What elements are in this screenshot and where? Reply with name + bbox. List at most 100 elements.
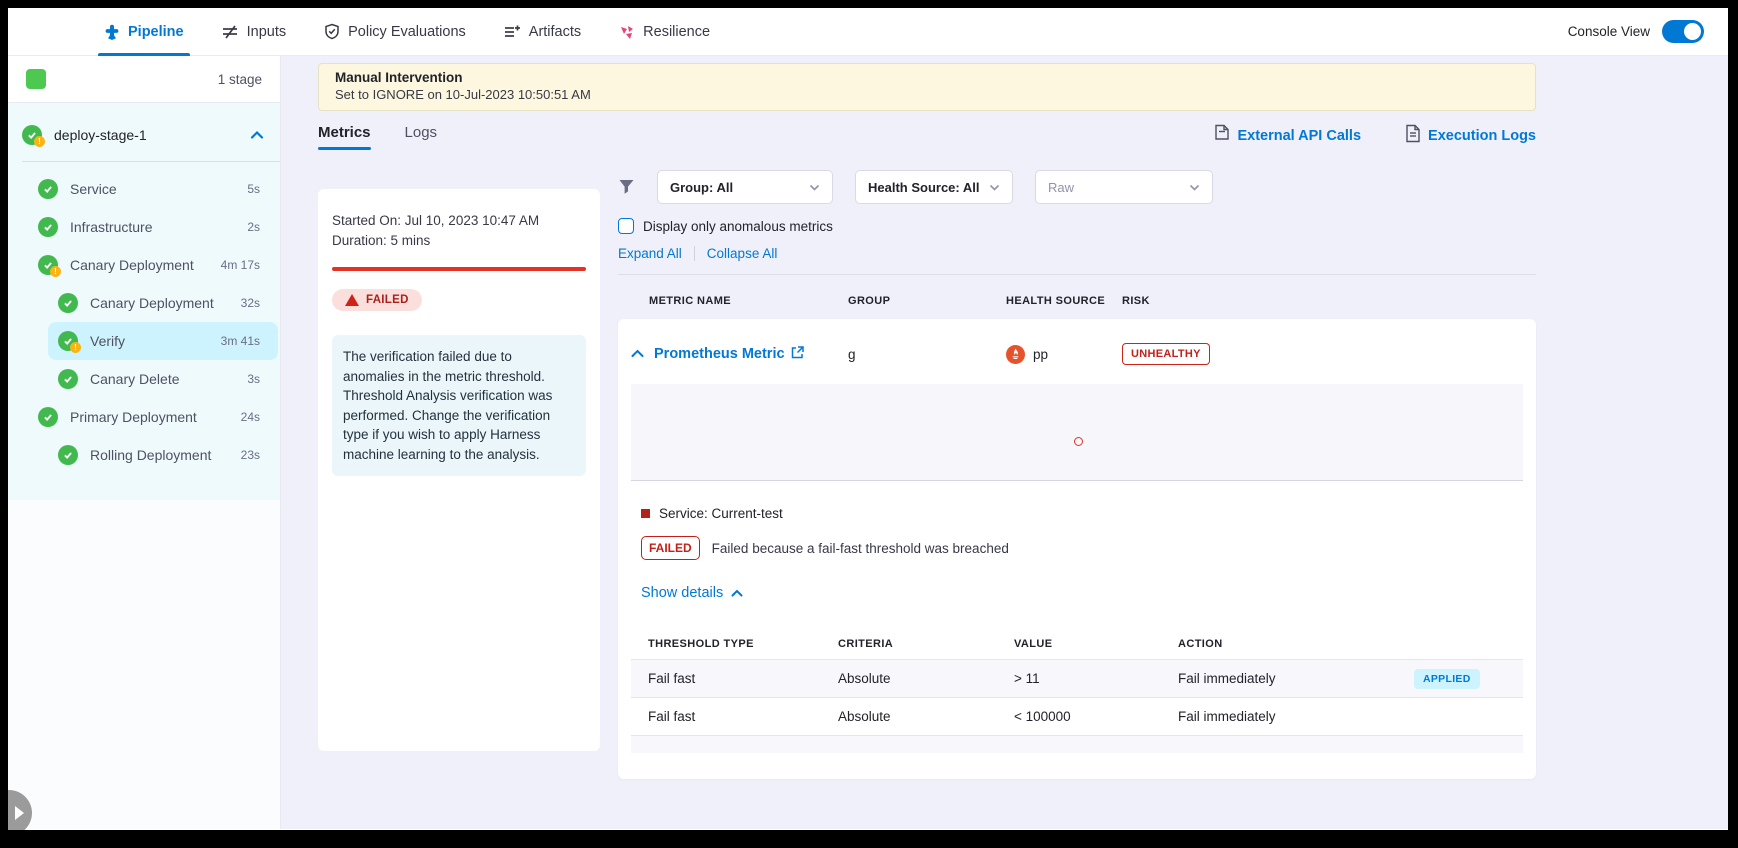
step-duration: 3m 41s [221,334,260,348]
step-label: Primary Deployment [70,409,197,425]
content-tabs-row: Metrics Logs External API Calls [318,124,1536,160]
chevron-up-icon[interactable] [250,130,264,140]
metric-row: Prometheus Metric g [631,332,1523,376]
step-duration: 24s [241,410,260,424]
chevron-down-icon [1189,184,1200,191]
execution-logs-link[interactable]: Execution Logs [1405,124,1536,147]
anomalous-data-point[interactable] [1074,437,1083,446]
metric-group-value: g [848,347,1006,362]
sidebar-step-canary-delete[interactable]: Canary Delete 3s [8,360,280,398]
check-success-icon [58,369,78,389]
col-metric-name: METRIC NAME [631,295,848,307]
chart-legend: Service: Current-test [631,506,1523,521]
anomalous-filter-row: Display only anomalous metrics [618,218,1536,234]
top-navigation: Pipeline Inputs Policy Evaluations Artif… [8,8,1728,56]
step-duration: 4m 17s [221,258,260,272]
card-footer [631,753,1523,779]
col-group: GROUP [848,295,1006,307]
external-link-icon [791,346,804,363]
anomalous-metrics-label: Display only anomalous metrics [643,219,833,234]
metric-name-text: Prometheus Metric [654,346,785,362]
tab-logs[interactable]: Logs [405,124,438,150]
shield-check-icon [324,23,340,40]
failed-status-badge: FAILED [332,289,422,311]
tab-metrics[interactable]: Metrics [318,124,371,150]
threshold-type: Fail fast [648,671,838,686]
tab-policy-evaluations[interactable]: Policy Evaluations [324,8,466,56]
stage-row-deploy-stage-1[interactable]: deploy-stage-1 [8,109,280,159]
group-filter-value: Group: All [670,180,733,195]
chevron-up-icon[interactable] [631,345,644,363]
expand-all-link[interactable]: Expand All [618,246,682,261]
raw-filter-select[interactable]: Raw [1035,170,1213,204]
stage-name-label: deploy-stage-1 [54,127,147,143]
divider [618,274,1536,275]
failed-outline-badge: FAILED [641,536,700,560]
tab-resilience[interactable]: Resilience [619,8,710,56]
tab-pipeline-label: Pipeline [128,24,184,40]
thresholds-table-header: THRESHOLD TYPE CRITERIA VALUE ACTION [631,629,1523,659]
metric-name-link[interactable]: Prometheus Metric [654,346,804,363]
sidebar-step-canary-deployment[interactable]: Canary Deployment 32s [8,284,280,322]
show-details-link[interactable]: Show details [631,585,1523,601]
step-label: Canary Deployment [90,295,214,311]
sidebar-step-infrastructure[interactable]: Infrastructure 2s [8,208,280,246]
check-success-icon [58,293,78,313]
chaos-icon [619,24,635,40]
sidebar-step-service[interactable]: Service 5s [8,170,280,208]
metric-card: Prometheus Metric g [618,319,1536,779]
step-duration: 3s [247,372,260,386]
step-duration: 5s [247,182,260,196]
step-list: Service 5s Infrastructure 2s Canary Depl… [8,170,280,474]
thresholds-table-body: Fail fast Absolute > 11 Fail immediately… [631,659,1523,735]
check-success-icon [38,179,58,199]
health-source-filter-select[interactable]: Health Source: All [855,170,1013,204]
tab-inputs[interactable]: Inputs [222,8,287,56]
step-label: Verify [90,333,125,349]
manual-intervention-banner: Manual Intervention Set to IGNORE on 10-… [318,63,1536,111]
pipeline-node-icon [104,24,120,40]
check-success-icon [38,217,58,237]
expand-right-icon [15,806,24,820]
threshold-criteria: Absolute [838,709,1014,724]
sliders-slash-icon [222,24,239,40]
tab-artifacts-label: Artifacts [529,24,581,40]
external-api-calls-link[interactable]: External API Calls [1214,124,1361,147]
applied-badge: APPLIED [1414,669,1480,689]
tab-inputs-label: Inputs [247,24,287,40]
threshold-action: Fail immediately [1178,671,1414,686]
console-view-toggle[interactable] [1662,20,1704,43]
col-threshold-type: THRESHOLD TYPE [648,638,838,650]
metric-chart [631,384,1523,481]
sidebar-step-rolling-deployment[interactable]: Rolling Deployment 23s [8,436,280,474]
stage-status-square[interactable] [26,69,46,89]
sidebar-step-verify[interactable]: Verify 3m 41s [8,322,280,360]
threshold-value: > 11 [1014,671,1178,686]
started-on-label: Started On: Jul 10, 2023 10:47 AM [332,211,586,231]
console-expander-handle[interactable] [8,790,32,830]
table-footer-strip [631,735,1523,753]
failed-status-label: FAILED [366,294,409,306]
fail-reason-text: Failed because a fail-fast threshold was… [712,541,1009,556]
stage-count-label: 1 stage [218,72,262,87]
risk-badge: UNHEALTHY [1122,343,1210,365]
tab-pipeline[interactable]: Pipeline [104,8,184,56]
progress-bar-failed [332,267,586,271]
check-warning-icon [22,125,42,145]
document-icon [1405,124,1421,147]
step-label: Canary Delete [90,371,180,387]
anomalous-metrics-checkbox[interactable] [618,218,634,234]
group-filter-select[interactable]: Group: All [657,170,833,204]
main-content: Manual Intervention Set to IGNORE on 10-… [281,56,1728,829]
threshold-row: Fail fast Absolute > 11 Fail immediately… [631,659,1523,697]
tab-artifacts[interactable]: Artifacts [504,8,581,56]
sidebar-step-primary-deployment[interactable]: Primary Deployment 24s [8,398,280,436]
tab-resilience-label: Resilience [643,24,710,40]
divider [22,161,280,162]
fail-reason-row: FAILED Failed because a fail-fast thresh… [631,536,1523,560]
check-warning-icon [58,331,78,351]
collapse-all-link[interactable]: Collapse All [707,246,778,261]
legend-swatch [641,509,650,518]
sidebar-step-canary-deployment[interactable]: Canary Deployment 4m 17s [8,246,280,284]
col-value: VALUE [1014,638,1178,650]
